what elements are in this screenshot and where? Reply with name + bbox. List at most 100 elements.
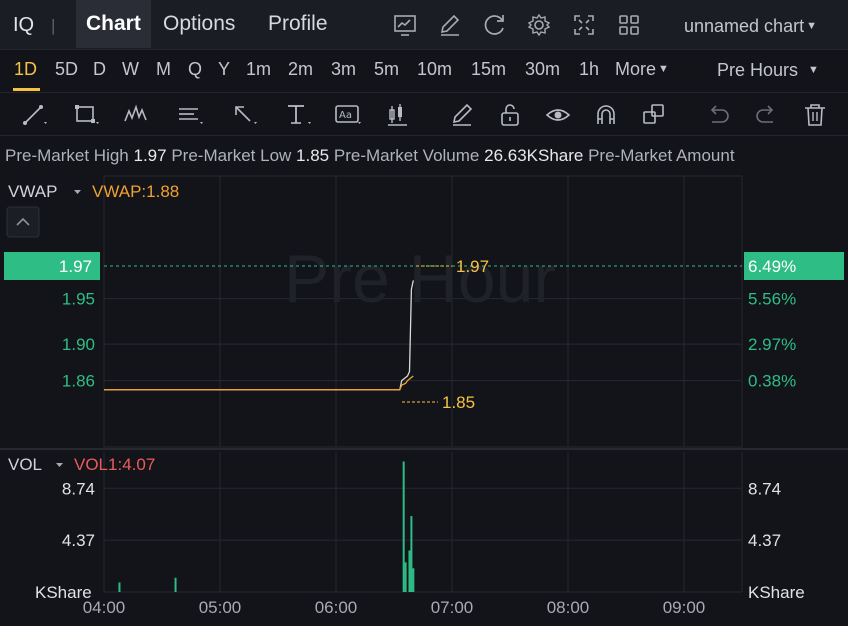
interval-3m[interactable]: 3m — [331, 59, 356, 80]
tab-chart[interactable]: Chart — [76, 0, 151, 48]
interval-m[interactable]: M — [156, 59, 171, 80]
lock-icon[interactable] — [497, 101, 525, 129]
stat-high-value: 1.97 — [133, 146, 167, 165]
chart-name-dropdown[interactable]: unnamed chart ▼ — [684, 16, 817, 37]
chart-name-label: unnamed chart — [684, 16, 805, 36]
volume-bar — [408, 550, 411, 592]
volume-indicator-name[interactable]: VOL — [8, 455, 42, 474]
tab-profile[interactable]: Profile — [258, 0, 338, 48]
vol-value-label: VOL1:4.07 — [74, 455, 155, 474]
fib-lines-icon[interactable] — [176, 101, 204, 129]
volume-bar — [404, 562, 407, 592]
drawing-toolbar: Aa — [0, 92, 848, 136]
interval-more[interactable]: More ▼ — [615, 59, 669, 80]
volume-bar — [412, 568, 415, 592]
redo-icon[interactable] — [753, 101, 781, 129]
stats-line: Pre-Market High 1.97 Pre-Market Low 1.85… — [5, 146, 735, 166]
interval-more-label: More — [615, 59, 657, 79]
volume-tick-label: 8.74 — [748, 479, 781, 498]
x-tick-label: 08:00 — [547, 598, 590, 617]
volume-bar — [118, 582, 121, 592]
rectangle-icon[interactable] — [72, 101, 100, 129]
undo-icon[interactable] — [705, 101, 733, 129]
stat-high-label: Pre-Market High — [5, 146, 129, 165]
arrow-icon[interactable] — [230, 101, 258, 129]
current-price-tag-label: 1.97 — [59, 257, 92, 276]
wave-pattern-icon[interactable] — [122, 101, 150, 129]
percent-tick-label: 5.56% — [748, 290, 796, 309]
interval-1d[interactable]: 1D — [14, 59, 37, 80]
interval-d[interactable]: D — [93, 59, 106, 80]
stat-low-label: Pre-Market Low — [171, 146, 292, 165]
volume-bar — [410, 516, 413, 592]
price-volume-chart[interactable]: Pre Hour VWAP VWAP:1.88 1.95 1.90 1.86 5.5… — [0, 170, 848, 626]
high-annotation-label: 1.97 — [456, 257, 489, 276]
collapse-panel-button[interactable] — [6, 206, 40, 238]
interval-2m[interactable]: 2m — [288, 59, 313, 80]
trash-icon[interactable] — [802, 101, 830, 129]
pencil-icon[interactable] — [449, 101, 477, 129]
current-pct-tag-label: 6.49% — [748, 257, 796, 276]
volume-unit-right: KShare — [748, 583, 805, 602]
draw-pen-icon[interactable] — [437, 12, 463, 38]
tab-options[interactable]: Options — [153, 0, 245, 48]
price-tick-label: 1.95 — [62, 290, 95, 309]
price-indicator-name[interactable]: VWAP — [8, 182, 57, 201]
chevron-down-icon: ▼ — [808, 64, 819, 76]
x-tick-label: 07:00 — [431, 598, 474, 617]
pre-market-stats: Pre-Market High 1.97 Pre-Market Low 1.85… — [0, 143, 848, 169]
magnet-icon[interactable] — [593, 101, 621, 129]
x-tick-label: 06:00 — [315, 598, 358, 617]
stat-low-value: 1.85 — [296, 146, 330, 165]
top-bar: IQ | Chart Options Profile unnamed chart… — [0, 0, 848, 50]
volume-bar — [402, 461, 405, 592]
vwap-value-label: VWAP:1.88 — [92, 182, 179, 201]
annotation-icon[interactable]: Aa — [334, 101, 362, 129]
session-dropdown[interactable]: Pre Hours ▼ — [717, 60, 819, 81]
price-tick-label: 1.86 — [62, 372, 95, 391]
chevron-down-icon: ▼ — [806, 20, 817, 32]
refresh-icon[interactable] — [482, 12, 508, 38]
session-label: Pre Hours — [717, 60, 799, 80]
low-annotation-label: 1.85 — [442, 393, 475, 412]
interval-bar: 1D 5D D W M Q Y 1m 2m 3m 5m 10m 15m 30m … — [0, 50, 848, 92]
interval-5d[interactable]: 5D — [55, 59, 78, 80]
interval-y[interactable]: Y — [218, 59, 230, 80]
percent-axis-right: 5.56% 2.97% 0.38% — [748, 290, 796, 391]
price-axis-left: 1.95 1.90 1.86 — [62, 290, 95, 391]
interval-w[interactable]: W — [122, 59, 139, 80]
price-tick-label: 1.90 — [62, 335, 95, 354]
interval-10m[interactable]: 10m — [417, 59, 452, 80]
ticker-symbol[interactable]: IQ — [13, 14, 34, 37]
chart-grid — [0, 175, 848, 593]
watermark-text: Pre Hour — [284, 241, 556, 317]
svg-text:Aa: Aa — [339, 110, 352, 121]
text-tool-icon[interactable] — [284, 101, 312, 129]
fullscreen-icon[interactable] — [571, 12, 597, 38]
percent-tick-label: 2.97% — [748, 335, 796, 354]
interval-1h[interactable]: 1h — [579, 59, 599, 80]
active-interval-indicator — [13, 88, 40, 91]
interval-15m[interactable]: 15m — [471, 59, 506, 80]
chevron-down-icon[interactable] — [74, 190, 81, 194]
x-tick-label: 04:00 — [83, 598, 126, 617]
chart-type-icon[interactable] — [392, 12, 418, 38]
percent-tick-label: 0.38% — [748, 372, 796, 391]
time-axis: 04:00 05:00 06:00 07:00 08:00 09:00 — [83, 598, 706, 617]
trend-line-icon[interactable] — [20, 101, 48, 129]
ticker-separator: | — [51, 16, 56, 35]
interval-30m[interactable]: 30m — [525, 59, 560, 80]
layout-grid-icon[interactable] — [616, 12, 642, 38]
volume-bars — [118, 461, 415, 592]
settings-gear-icon[interactable] — [526, 12, 552, 38]
vwap-line — [104, 375, 414, 391]
volume-axis: 8.74 8.74 4.37 4.37 — [62, 479, 781, 550]
duplicate-icon[interactable] — [641, 101, 669, 129]
candle-icon[interactable] — [385, 101, 413, 129]
interval-5m[interactable]: 5m — [374, 59, 399, 80]
stat-volume-value: 26.63KShare — [484, 146, 584, 165]
interval-q[interactable]: Q — [188, 59, 202, 80]
interval-1m[interactable]: 1m — [246, 59, 271, 80]
chevron-down-icon[interactable] — [56, 463, 63, 467]
eye-icon[interactable] — [545, 101, 573, 129]
